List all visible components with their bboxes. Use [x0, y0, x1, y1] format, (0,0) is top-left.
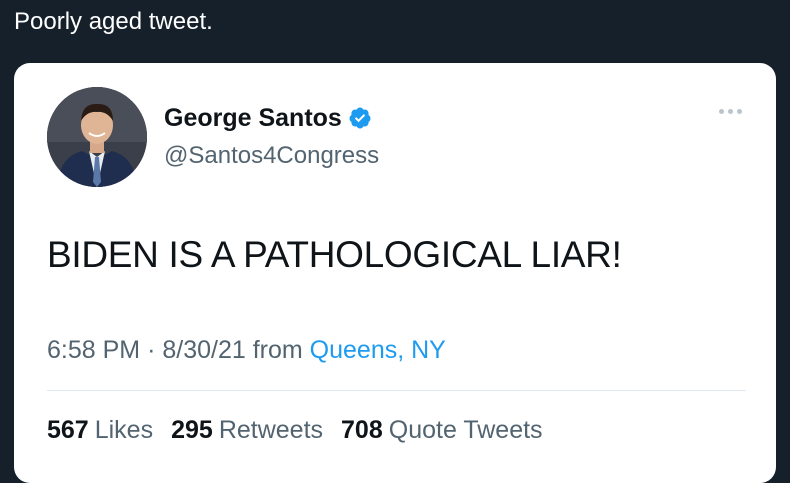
location-link[interactable]: Queens, NY	[310, 336, 446, 364]
verified-badge-icon	[349, 107, 371, 129]
divider	[47, 390, 746, 391]
quote-tweets-stat[interactable]: 708 Quote Tweets	[341, 413, 543, 447]
likes-stat[interactable]: 567 Likes	[47, 413, 153, 447]
retweets-count: 295	[171, 416, 213, 444]
tweet-date[interactable]: 8/30/21	[162, 336, 245, 364]
avatar[interactable]	[47, 87, 147, 187]
post-caption: Poorly aged tweet.	[14, 8, 213, 35]
quote-tweets-label: Quote Tweets	[388, 416, 543, 444]
tweet-metadata: 6:58 PM · 8/30/21 from Queens, NY	[47, 333, 446, 367]
avatar-photo	[47, 87, 147, 187]
more-options-icon[interactable]	[719, 109, 742, 114]
quote-tweets-count: 708	[341, 416, 383, 444]
author-handle[interactable]: @Santos4Congress	[164, 141, 379, 171]
embedded-tweet-card[interactable]: George Santos @Santos4Congress BIDEN IS …	[14, 63, 776, 483]
from-label: from	[252, 336, 303, 364]
author-display-name[interactable]: George Santos	[164, 103, 342, 133]
engagement-stats: 567 Likes 295 Retweets 708 Quote Tweets	[47, 413, 543, 447]
likes-count: 567	[47, 416, 89, 444]
likes-label: Likes	[94, 416, 154, 444]
retweets-label: Retweets	[218, 416, 324, 444]
retweets-stat[interactable]: 295 Retweets	[171, 413, 323, 447]
tweet-time[interactable]: 6:58 PM	[47, 336, 140, 364]
tweet-body: BIDEN IS A PATHOLOGICAL LIAR!	[47, 234, 622, 275]
meta-separator: ·	[147, 336, 156, 364]
author-name-row[interactable]: George Santos	[164, 103, 372, 133]
